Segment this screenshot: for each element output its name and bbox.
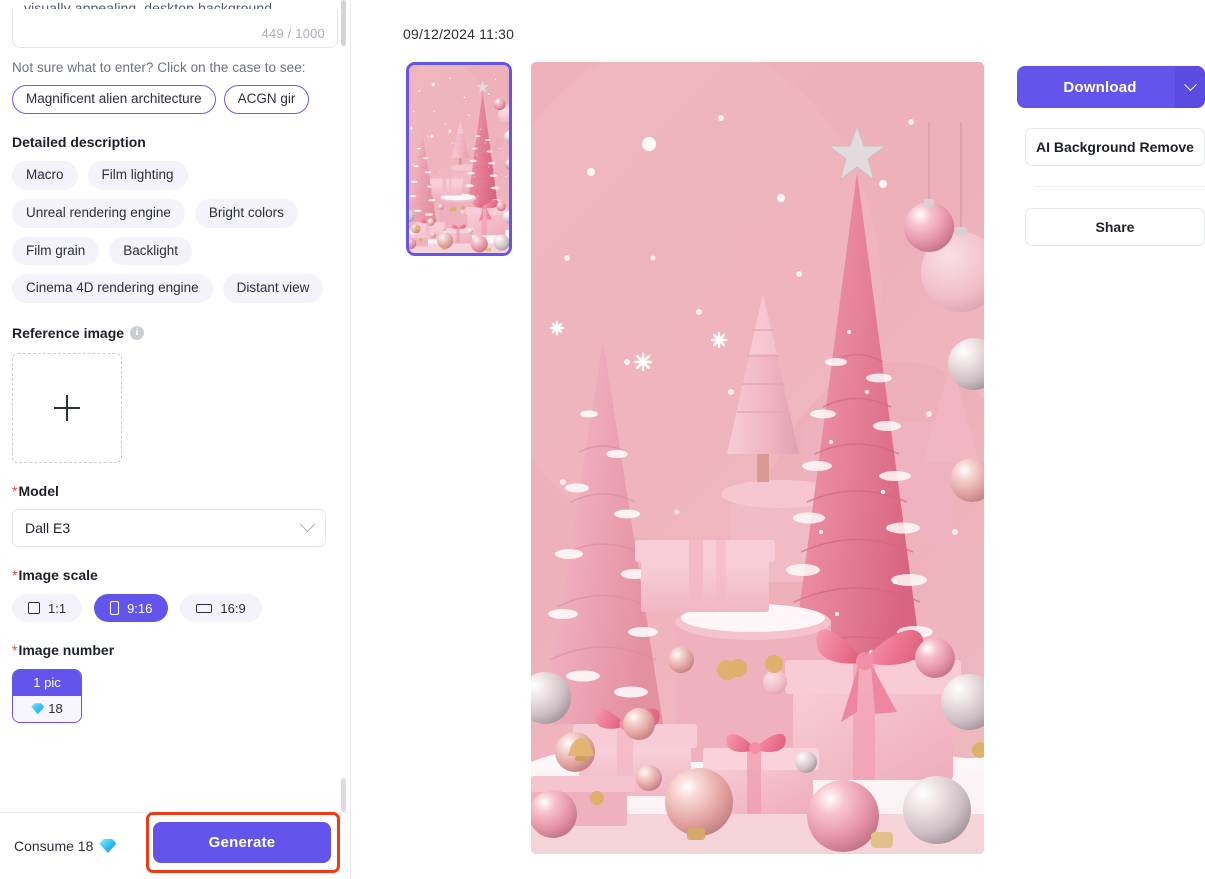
actions-divider [1034, 186, 1205, 187]
case-chip-acgn-girl[interactable]: ACGN gir [223, 85, 310, 114]
image-scale-option-1-1[interactable]: 1:1 [12, 594, 83, 623]
case-hint-text: Not sure what to enter? Click on the cas… [12, 60, 306, 75]
case-chip-row: Magnificent alien architecture ACGN gir [12, 85, 338, 114]
portrait-icon [110, 601, 120, 616]
sidebar-scrollbar-thumb-top[interactable] [341, 0, 346, 46]
info-icon[interactable]: i [130, 326, 145, 341]
image-number-label: Image number [12, 642, 338, 658]
share-button[interactable]: Share [1025, 208, 1205, 246]
reference-image-label: Reference image [12, 325, 125, 342]
detailed-description-label: Detailed description [12, 133, 146, 150]
consume-cost: Consume 18 [14, 838, 117, 854]
reference-image-upload-button[interactable] [12, 353, 122, 464]
image-number-option-1-pic-cost-value: 18 [48, 701, 63, 717]
prompt-textarea[interactable]: 449 / 1000 [12, 9, 338, 48]
tag-unreal-rendering-engine[interactable]: Unreal rendering engine [12, 198, 185, 228]
consume-label: Consume 18 [14, 838, 94, 854]
gem-icon [31, 703, 45, 715]
thumbnail-artwork [409, 65, 509, 253]
gem-icon [99, 839, 117, 853]
generation-timestamp: 09/12/2024 11:30 [403, 26, 515, 42]
image-number-option-1-pic[interactable]: 1 pic 18 [12, 669, 82, 724]
model-label: Model [12, 483, 338, 499]
sidebar-scroll-area[interactable]: visually appealing, desktop background. … [0, 0, 350, 812]
model-select[interactable]: Dall E3 [12, 509, 326, 548]
image-scale-option-16-9-label: 16:9 [220, 600, 246, 616]
generate-button[interactable]: Generate [153, 822, 331, 863]
download-button[interactable]: Download [1017, 66, 1205, 108]
sidebar-scrollbar-thumb[interactable] [341, 778, 346, 812]
result-thumbnail[interactable] [406, 62, 512, 256]
ai-background-remove-button[interactable]: AI Background Remove [1025, 128, 1205, 166]
case-chip-alien-architecture[interactable]: Magnificent alien architecture [12, 85, 216, 114]
image-scale-option-1-1-label: 1:1 [48, 600, 67, 616]
tag-cinema-4d-rendering-engine[interactable]: Cinema 4D rendering engine [12, 274, 213, 304]
chevron-down-icon [299, 516, 316, 532]
landscape-icon [196, 603, 213, 613]
image-scale-options: 1:1 9:16 16:9 [12, 594, 338, 623]
download-dropdown-toggle[interactable] [1175, 66, 1205, 108]
detailed-description-tag-list: Macro Film lighting Unreal rendering eng… [12, 160, 338, 304]
result-actions-panel: Download AI Background Remove Share [1017, 0, 1205, 879]
tag-macro[interactable]: Macro [12, 160, 78, 190]
download-button-label: Download [1063, 78, 1137, 96]
sidebar-scrollbar-track[interactable] [341, 0, 346, 812]
tag-film-grain[interactable]: Film grain [12, 236, 100, 266]
image-number-option-1-pic-cost: 18 [13, 696, 81, 723]
image-scale-label: Image scale [12, 567, 338, 583]
generation-settings-sidebar: visually appealing, desktop background. … [0, 0, 351, 879]
tag-distant-view[interactable]: Distant view [222, 274, 324, 304]
generated-image-preview[interactable] [531, 62, 984, 854]
model-select-value: Dall E3 [25, 520, 71, 537]
plus-icon [54, 395, 80, 422]
image-scale-option-9-16[interactable]: 9:16 [94, 594, 169, 623]
tag-bright-colors[interactable]: Bright colors [194, 198, 298, 228]
image-number-option-1-pic-label: 1 pic [13, 670, 81, 697]
reference-image-header: Reference image i [12, 325, 338, 341]
image-scale-option-9-16-label: 9:16 [127, 600, 153, 616]
hero-artwork [531, 62, 984, 854]
square-icon [28, 602, 40, 615]
image-number-options: 1 pic 18 [12, 669, 338, 724]
chevron-down-icon [1183, 77, 1197, 91]
tag-film-lighting[interactable]: Film lighting [87, 160, 188, 190]
image-scale-option-16-9[interactable]: 16:9 [180, 594, 262, 623]
tag-backlight[interactable]: Backlight [109, 236, 193, 266]
character-counter: 449 / 1000 [261, 26, 325, 41]
